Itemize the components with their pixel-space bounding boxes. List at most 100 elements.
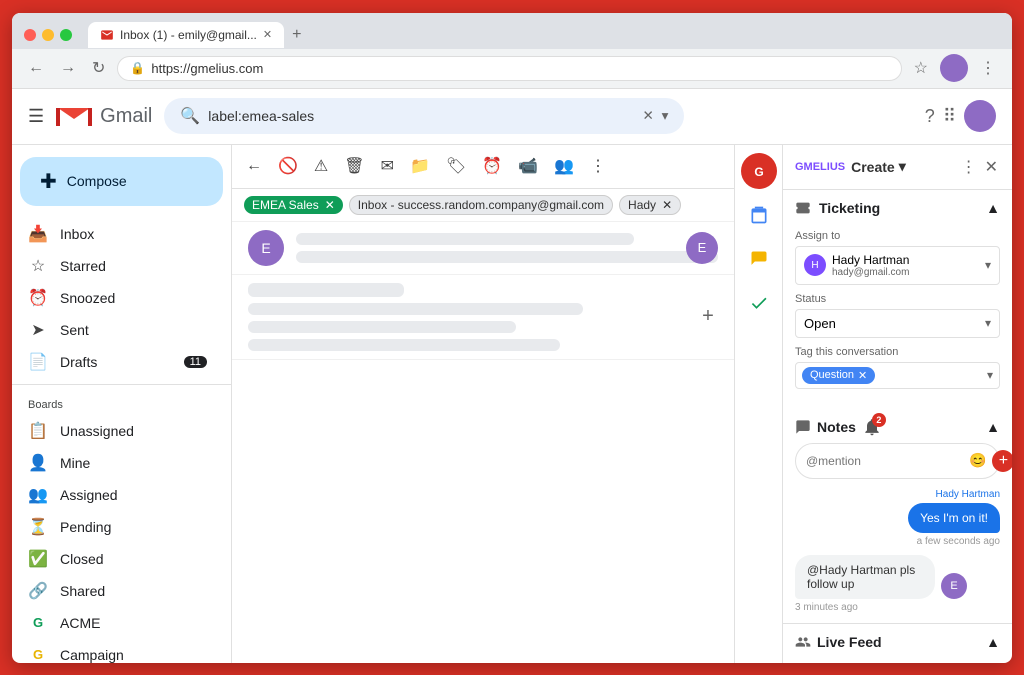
sidebar-item-mine[interactable]: 👤 Mine xyxy=(12,447,223,479)
create-button[interactable]: Create ▾ xyxy=(851,158,906,175)
emoji-button[interactable]: 😊 xyxy=(969,452,986,469)
sidebar-item-assigned[interactable]: 👥 Assigned xyxy=(12,479,223,511)
gmail-m-icon xyxy=(56,104,92,128)
video-button[interactable]: 📹 xyxy=(512,150,544,182)
search-bar[interactable]: 🔍 ✕ ▾ xyxy=(164,98,684,134)
search-dropdown-button[interactable]: ▾ xyxy=(662,108,669,124)
search-input[interactable] xyxy=(208,108,634,124)
tab-title: Inbox (1) - emily@gmail... xyxy=(120,28,257,42)
note-message-1: Hady Hartman Yes I'm on it! a few second… xyxy=(795,489,1000,547)
user-avatar-gmail[interactable] xyxy=(964,100,996,132)
menu-button[interactable]: ⋮ xyxy=(976,54,1000,82)
search-tag-emea-remove[interactable]: ✕ xyxy=(325,198,335,212)
scroll-more-indicator: ▾ xyxy=(783,656,1012,663)
sidebar-item-drafts[interactable]: 📄 Drafts 11 xyxy=(12,346,223,378)
new-tab-button[interactable]: + xyxy=(284,22,309,48)
notes-section-header[interactable]: Notes 2 ▲ xyxy=(783,407,1012,443)
note-input-area[interactable]: 😊 + xyxy=(795,443,1000,479)
status-select[interactable]: Open ▾ xyxy=(795,309,1000,338)
note-add-button[interactable]: + xyxy=(992,450,1012,472)
search-tag-inbox[interactable]: Inbox - success.random.company@gmail.com xyxy=(349,195,613,215)
search-tag-emea-label: EMEA Sales xyxy=(252,198,319,212)
gmelius-brand-label: GMELIUS xyxy=(795,161,845,173)
maximize-traffic-light[interactable] xyxy=(60,29,72,41)
email-toolbar: ← 🚫 ⚠ 🗑 ✉ 📁 🏷 ⏰ 📹 👥 ⋮ xyxy=(232,145,734,189)
folder-button[interactable]: 📁 xyxy=(404,150,436,182)
sidebar-item-unassigned[interactable]: 📋 Unassigned xyxy=(12,415,223,447)
skeleton-line xyxy=(296,251,718,263)
note-time-2: 3 minutes ago xyxy=(795,602,858,613)
address-bar[interactable]: 🔒 https://gmelius.com xyxy=(117,56,901,81)
alert-button[interactable]: ⚠ xyxy=(308,150,334,182)
sidebar-item-sent[interactable]: ➤ Sent xyxy=(12,314,223,346)
assigned-icon: 👥 xyxy=(28,485,48,505)
ticketing-label: Ticketing xyxy=(819,200,880,216)
sidebar-item-closed[interactable]: ✅ Closed xyxy=(12,543,223,575)
gmelius-title-area: GMELIUS Create ▾ xyxy=(795,158,906,175)
sidebar-item-starred[interactable]: ☆ Starred xyxy=(12,250,223,282)
close-tab-button[interactable]: ✕ xyxy=(263,28,272,41)
gmail-logo: Gmail xyxy=(56,104,152,128)
hamburger-menu-button[interactable]: ☰ xyxy=(28,106,44,127)
minimize-traffic-light[interactable] xyxy=(42,29,54,41)
back-to-list-button[interactable]: ← xyxy=(240,151,268,181)
right-icon-strip: G xyxy=(734,145,782,663)
notes-icon xyxy=(749,249,769,269)
assign-to-label: Assign to xyxy=(795,230,1000,242)
search-clear-button[interactable]: ✕ xyxy=(643,108,654,124)
envelope-button[interactable]: ✉ xyxy=(375,150,400,182)
close-traffic-light[interactable] xyxy=(24,29,36,41)
delete-button[interactable]: 🗑 xyxy=(338,150,370,182)
conversation-tag-remove[interactable]: ✕ xyxy=(858,369,867,382)
browser-tab[interactable]: Inbox (1) - emily@gmail... ✕ xyxy=(88,22,284,48)
no-entry-button[interactable]: 🚫 xyxy=(272,150,304,182)
email-item-1[interactable]: E E xyxy=(232,222,734,275)
assign-chevron-icon: ▾ xyxy=(985,258,991,272)
user-avatar-browser[interactable] xyxy=(940,54,968,82)
sidebar-item-inbox[interactable]: 📥 Inbox xyxy=(12,218,223,250)
create-label: Create xyxy=(851,159,895,175)
gmelius-strip-button[interactable]: G xyxy=(741,153,777,189)
search-tag-emea[interactable]: EMEA Sales ✕ xyxy=(244,196,343,214)
search-tag-hady-remove[interactable]: ✕ xyxy=(662,198,672,212)
conversation-tag-label: Question xyxy=(810,369,854,381)
email-skeleton-lines-1 xyxy=(296,233,718,263)
ticketing-section-header[interactable]: Ticketing ▲ xyxy=(783,190,1012,222)
gmelius-close-button[interactable]: ✕ xyxy=(983,155,1000,179)
gmelius-panel: GMELIUS Create ▾ ⋮ ✕ xyxy=(782,145,1012,663)
more-button[interactable]: ⋮ xyxy=(584,150,612,182)
sidebar-item-campaign[interactable]: G Campaign xyxy=(12,639,223,663)
gmelius-more-button[interactable]: ⋮ xyxy=(959,155,979,179)
search-tag-hady[interactable]: Hady ✕ xyxy=(619,195,681,215)
assign-select[interactable]: H Hady Hartman hady@gmail.com ▾ xyxy=(795,246,1000,285)
search-tag-hady-label: Hady xyxy=(628,198,656,212)
sidebar-item-starred-label: Starred xyxy=(60,258,207,274)
sidebar-item-snoozed[interactable]: ⏰ Snoozed xyxy=(12,282,223,314)
tag-button[interactable]: 🏷 xyxy=(440,150,472,182)
calendar-strip-button[interactable] xyxy=(741,197,777,233)
help-button[interactable]: ? xyxy=(925,106,935,127)
email-item-2[interactable]: + xyxy=(232,275,734,360)
sidebar-item-shared-label: Shared xyxy=(60,583,207,599)
refresh-button[interactable]: ↻ xyxy=(88,54,109,82)
sidebar-item-acme[interactable]: G ACME xyxy=(12,607,223,639)
sidebar-item-shared[interactable]: 🔗 Shared xyxy=(12,575,223,607)
tag-input-area[interactable]: Question ✕ ▾ xyxy=(795,362,1000,389)
check-strip-button[interactable] xyxy=(741,285,777,321)
tag-chevron-icon: ▾ xyxy=(987,368,993,382)
add-email-button[interactable]: + xyxy=(694,303,722,331)
gmail-favicon-icon xyxy=(100,28,114,42)
assign-button[interactable]: 👥 xyxy=(548,150,580,182)
back-button[interactable]: ← xyxy=(24,55,48,81)
clock-button[interactable]: ⏰ xyxy=(476,150,508,182)
notes-strip-button[interactable] xyxy=(741,241,777,277)
bookmark-button[interactable]: ☆ xyxy=(910,54,932,82)
notes-section-body: 😊 + Hady Hartman Yes I'm on it! xyxy=(783,443,1012,623)
sidebar-item-pending[interactable]: ⏳ Pending xyxy=(12,511,223,543)
forward-button[interactable]: → xyxy=(56,55,80,81)
note-mention-input[interactable] xyxy=(806,454,961,468)
live-feed-section-header[interactable]: Live Feed ▲ xyxy=(783,623,1012,656)
sidebar: ✚ Compose 📥 Inbox ☆ Starred ⏰ Snoozed xyxy=(12,145,232,663)
compose-button[interactable]: ✚ Compose xyxy=(20,157,223,206)
apps-button[interactable]: ⠿ xyxy=(943,106,956,127)
